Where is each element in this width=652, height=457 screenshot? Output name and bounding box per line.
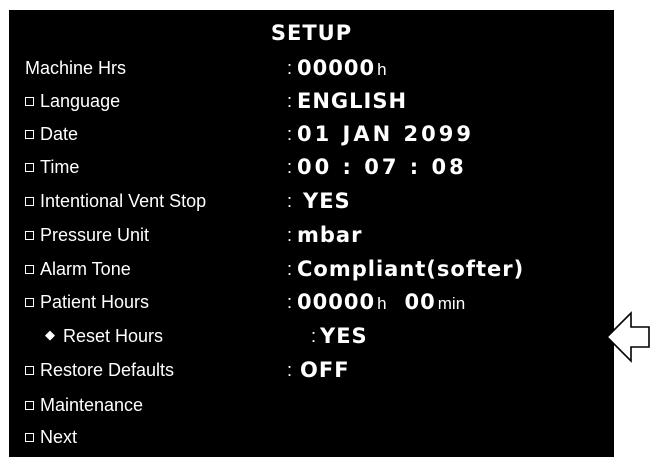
- checkbox-square-icon: [25, 264, 34, 274]
- menu-item-patient-hours[interactable]: Patient Hours : 00000 h 00 min: [9, 285, 614, 319]
- language-label-wrap: Language: [25, 84, 120, 118]
- menu-item-date[interactable]: Date : 01 JAN 2099: [9, 117, 614, 151]
- separator: :: [287, 157, 293, 177]
- setup-screen: SETUP Machine Hrs : 00000 h Language : EN…: [9, 10, 614, 457]
- reset-hours-label: Reset Hours: [63, 326, 164, 346]
- checkbox-square-icon: [25, 230, 34, 240]
- date-value: 01 JAN 2099: [297, 122, 474, 146]
- patient-hours-label-wrap: Patient Hours: [25, 285, 149, 319]
- page-title: SETUP: [270, 21, 353, 45]
- menu-item-restore-defaults[interactable]: Restore Defaults : OFF: [9, 353, 614, 387]
- machine-hrs-label: Machine Hrs: [25, 58, 127, 78]
- submenu-item-reset-hours[interactable]: ◆ Reset Hours : YES: [9, 319, 614, 353]
- time-label-wrap: Time: [25, 150, 79, 184]
- checkbox-square-icon: [25, 129, 34, 139]
- checkbox-square-icon: [25, 196, 34, 206]
- patient-hours-unit: h: [377, 294, 387, 313]
- separator: :: [287, 360, 293, 380]
- next-label-wrap: Next: [25, 420, 77, 454]
- machine-hrs-value: 00000 h: [297, 51, 387, 85]
- pressure-unit-value: mbar: [297, 223, 363, 247]
- patient-minutes-number: 00: [404, 290, 436, 314]
- separator: :: [287, 58, 293, 78]
- machine-hrs-unit: h: [377, 60, 387, 79]
- restore-defaults-label: Restore Defaults: [40, 360, 175, 380]
- checkbox-square-icon: [25, 432, 34, 442]
- pressure-unit-label: Pressure Unit: [40, 225, 150, 245]
- separator: :: [287, 124, 293, 144]
- date-label: Date: [40, 124, 79, 144]
- separator: :: [287, 91, 293, 111]
- machine-hrs-number: 00000: [297, 56, 376, 80]
- checkbox-square-icon: [25, 400, 34, 410]
- diamond-icon: ◆: [45, 327, 55, 343]
- language-value: ENGLISH: [297, 89, 408, 113]
- patient-minutes-unit: min: [437, 294, 466, 313]
- maintenance-label-wrap: Maintenance: [25, 388, 143, 422]
- separator: :: [311, 326, 317, 346]
- pressure-unit-label-wrap: Pressure Unit: [25, 218, 149, 252]
- checkbox-square-icon: [25, 162, 34, 172]
- maintenance-label: Maintenance: [40, 395, 144, 415]
- separator: :: [287, 191, 293, 211]
- date-label-wrap: Date: [25, 117, 78, 151]
- menu-item-time[interactable]: Time : 00 : 07 : 08: [9, 150, 614, 184]
- menu-item-alarm-tone[interactable]: Alarm Tone : Compliant(softer): [9, 252, 614, 286]
- reset-hours-label-wrap: ◆ Reset Hours: [45, 319, 163, 353]
- machine-hrs-row: Machine Hrs : 00000 h: [9, 51, 614, 85]
- menu-item-language[interactable]: Language : ENGLISH: [9, 84, 614, 118]
- left-arrow-icon: [605, 311, 650, 363]
- reset-hours-value: YES: [320, 324, 368, 348]
- menu-item-intentional-vent-stop[interactable]: Intentional Vent Stop : YES: [9, 184, 614, 218]
- vent-stop-label-wrap: Intentional Vent Stop: [25, 184, 206, 218]
- checkbox-square-icon: [25, 365, 34, 375]
- checkbox-square-icon: [25, 96, 34, 106]
- menu-item-maintenance[interactable]: Maintenance: [9, 388, 614, 422]
- separator: :: [287, 259, 293, 279]
- next-label: Next: [40, 427, 78, 447]
- time-label: Time: [40, 157, 80, 177]
- patient-hours-number: 00000: [297, 290, 376, 314]
- alarm-tone-value: Compliant(softer): [297, 257, 525, 281]
- checkbox-square-icon: [25, 297, 34, 307]
- restore-defaults-label-wrap: Restore Defaults: [25, 353, 174, 387]
- alarm-tone-label-wrap: Alarm Tone: [25, 252, 131, 286]
- restore-defaults-value: OFF: [300, 358, 350, 382]
- alarm-tone-label: Alarm Tone: [40, 259, 131, 279]
- patient-hours-label: Patient Hours: [40, 292, 150, 312]
- separator: :: [287, 292, 293, 312]
- menu-item-next[interactable]: Next: [9, 420, 614, 454]
- vent-stop-label: Intentional Vent Stop: [40, 191, 207, 211]
- time-value: 00 : 07 : 08: [297, 155, 467, 179]
- separator: :: [287, 225, 293, 245]
- patient-hours-value: 00000 h 00 min: [297, 285, 465, 319]
- language-label: Language: [40, 91, 121, 111]
- menu-item-pressure-unit[interactable]: Pressure Unit : mbar: [9, 218, 614, 252]
- vent-stop-value: YES: [303, 189, 351, 213]
